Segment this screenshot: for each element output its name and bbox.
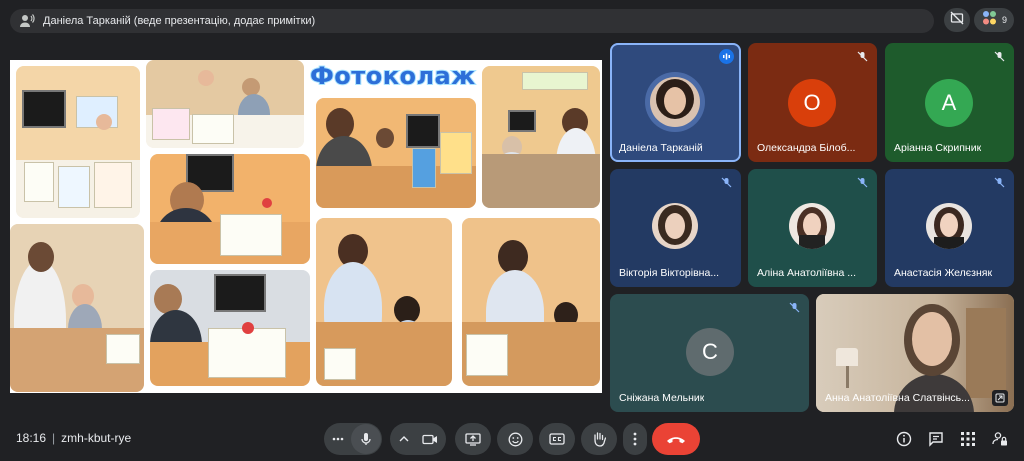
camera-icon[interactable] bbox=[416, 434, 444, 445]
collage-photo bbox=[150, 154, 310, 264]
mic-muted-icon bbox=[992, 175, 1007, 190]
presentation-hidden-icon bbox=[950, 11, 964, 30]
lamp bbox=[836, 348, 858, 366]
separator: | bbox=[52, 431, 56, 445]
slide-title: Фотоколаж bbox=[309, 61, 476, 91]
leave-call-button[interactable] bbox=[652, 423, 700, 455]
clock-time: 18:16 bbox=[16, 431, 47, 445]
collage-photo bbox=[150, 270, 310, 386]
mic-muted-icon bbox=[855, 175, 870, 190]
participant-name: Олександра Білоб... bbox=[757, 142, 856, 154]
participant-tile[interactable]: А Аріанна Скрипник bbox=[885, 43, 1014, 162]
participant-tile[interactable]: Даніела Тарканій bbox=[610, 43, 741, 162]
participant-name: Вікторія Вікторівна... bbox=[619, 267, 720, 279]
mic-muted-icon bbox=[719, 175, 734, 190]
participant-avatar bbox=[789, 203, 835, 249]
participant-name: Анна Анатоліївна Слатвінсь... bbox=[825, 392, 970, 404]
people-grid-icon bbox=[981, 10, 999, 31]
lamp-stand bbox=[846, 366, 849, 388]
closed-captions-icon bbox=[549, 433, 565, 445]
more-options-button[interactable] bbox=[623, 423, 647, 455]
presenting-person-icon bbox=[19, 13, 35, 29]
collage-photo bbox=[146, 60, 304, 148]
participant-count: 9 bbox=[1001, 15, 1007, 25]
mic-muted-icon bbox=[787, 300, 802, 315]
present-screen-icon bbox=[465, 432, 481, 446]
raise-hand-button[interactable] bbox=[581, 423, 617, 455]
collage-photo bbox=[10, 224, 144, 392]
presenter-banner[interactable]: Даніела Тарканій (веде презентацію, дода… bbox=[10, 9, 934, 33]
microphone-icon[interactable] bbox=[351, 424, 381, 454]
collage-photo bbox=[316, 98, 476, 208]
participant-name: Сніжана Мельник bbox=[619, 392, 705, 404]
pin-tile-icon[interactable] bbox=[992, 390, 1008, 406]
reactions-button[interactable] bbox=[497, 423, 533, 455]
more-vert-icon bbox=[633, 432, 637, 446]
participant-avatar: С bbox=[686, 328, 734, 376]
captions-button[interactable] bbox=[539, 423, 575, 455]
audio-control-group bbox=[324, 423, 382, 455]
host-controls-lock-icon[interactable] bbox=[991, 430, 1009, 448]
participant-tile[interactable]: Аліна Анатоліївна ... bbox=[748, 169, 877, 287]
participant-avatar bbox=[650, 77, 700, 127]
participant-avatar: А bbox=[925, 79, 973, 127]
participant-tile[interactable]: Анастасія Желєзняк bbox=[885, 169, 1014, 287]
chevron-up-icon[interactable] bbox=[392, 436, 416, 442]
participant-avatar bbox=[652, 203, 698, 249]
meeting-info: 18:16 | zmh-kbut-rye bbox=[16, 431, 131, 445]
hide-presentation-button[interactable] bbox=[944, 8, 970, 32]
person-face bbox=[912, 312, 952, 366]
participant-name: Аріанна Скрипник bbox=[894, 142, 982, 154]
meeting-code[interactable]: zmh-kbut-rye bbox=[61, 431, 131, 445]
mic-muted-icon bbox=[992, 49, 1007, 64]
participant-video-tile[interactable]: Анна Анатоліївна Слатвінсь... bbox=[816, 294, 1014, 412]
participant-avatar: О bbox=[788, 79, 836, 127]
participant-tile[interactable]: Вікторія Вікторівна... bbox=[610, 169, 741, 287]
collage-photo bbox=[462, 218, 600, 386]
emoji-icon bbox=[508, 432, 523, 447]
activities-grid-icon[interactable] bbox=[959, 430, 977, 448]
chat-icon[interactable] bbox=[927, 430, 945, 448]
presenter-text: Даніела Тарканій (веде презентацію, дода… bbox=[43, 15, 316, 27]
participant-name: Анастасія Желєзняк bbox=[894, 267, 993, 279]
collage-photo bbox=[316, 218, 452, 386]
raise-hand-icon bbox=[592, 431, 606, 447]
speaking-indicator-icon bbox=[719, 49, 734, 64]
participant-tile[interactable]: О Олександра Білоб... bbox=[748, 43, 877, 162]
participant-name: Даніела Тарканій bbox=[619, 142, 703, 154]
participant-avatar bbox=[926, 203, 972, 249]
video-control-group bbox=[390, 423, 446, 455]
participant-name: Аліна Анатоліївна ... bbox=[757, 267, 856, 279]
collage-photo bbox=[16, 66, 140, 218]
participant-tile[interactable]: С Сніжана Мельник bbox=[610, 294, 809, 412]
participants-button[interactable]: 9 bbox=[974, 8, 1014, 32]
end-call-icon bbox=[666, 435, 686, 444]
shelf bbox=[966, 308, 1006, 398]
mic-muted-icon bbox=[855, 49, 870, 64]
audio-settings-more-icon[interactable] bbox=[325, 437, 351, 441]
shared-presentation: Фотоколаж bbox=[10, 60, 602, 393]
present-screen-button[interactable] bbox=[455, 423, 491, 455]
collage-photo bbox=[482, 66, 600, 208]
meeting-details-icon[interactable] bbox=[895, 430, 913, 448]
